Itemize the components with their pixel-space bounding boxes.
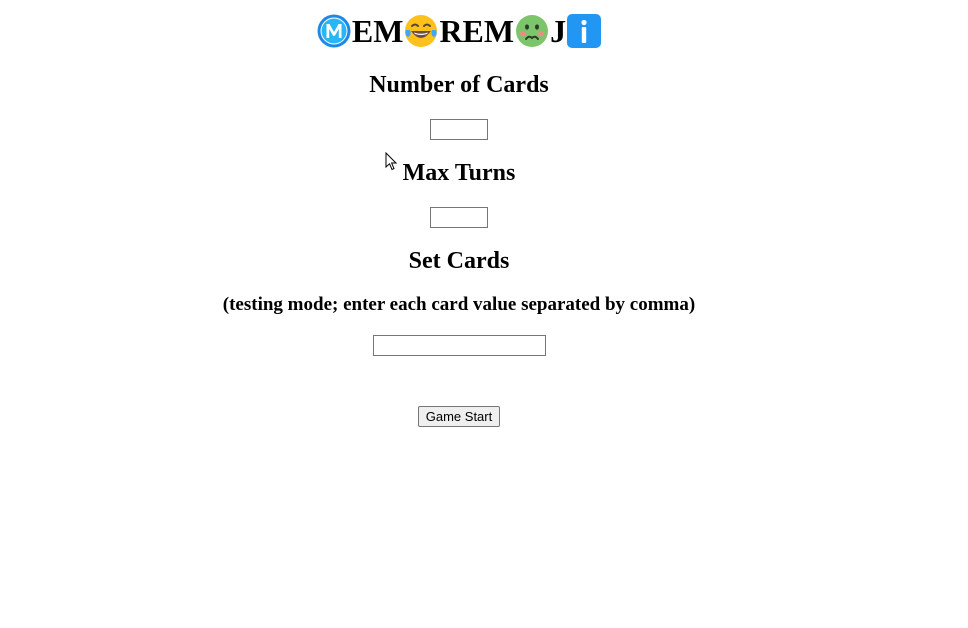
set-cards-heading: Set Cards [408,248,510,274]
set-cards-row [0,335,918,356]
nauseated-face-icon [514,13,550,49]
title-text-j: J [550,13,567,49]
game-start-button[interactable]: Game Start [417,406,501,427]
max-turns-heading: Max Turns [402,160,516,186]
number-of-cards-heading: Number of Cards [369,72,549,98]
title-text-rem: REM [439,13,515,49]
set-cards-instructions: (testing mode; enter each card value sep… [222,294,696,315]
title-text-em: EM [351,13,404,49]
number-of-cards-input[interactable] [430,119,488,140]
tears-of-joy-face-icon [403,13,439,49]
set-cards-input[interactable] [372,335,546,356]
circled-m-icon [316,13,352,49]
mouse-pointer-icon [385,151,399,172]
information-icon [566,13,602,49]
max-turns-row [0,207,918,228]
number-of-cards-row [0,119,918,140]
page-title: EM REM J [0,12,918,50]
max-turns-input[interactable] [430,207,488,228]
start-button-row: Game Start [0,406,918,427]
